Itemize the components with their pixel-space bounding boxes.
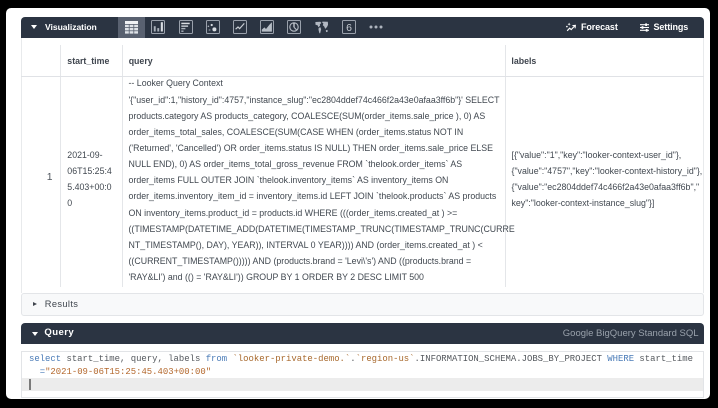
svg-text:6: 6	[346, 22, 352, 34]
